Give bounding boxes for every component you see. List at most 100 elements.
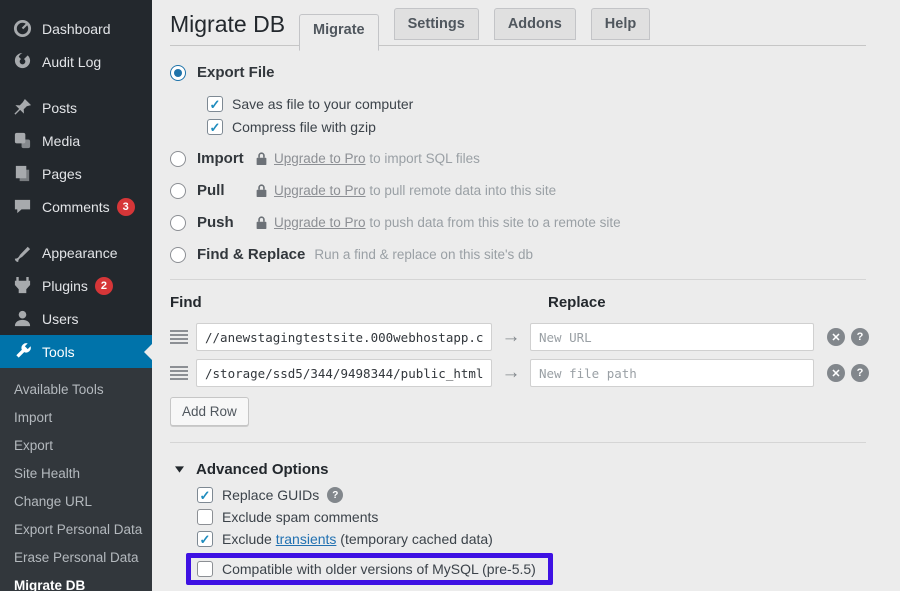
export-file-radio[interactable] bbox=[170, 65, 186, 81]
transients-prefix: Exclude bbox=[222, 531, 276, 547]
compress-gzip-label: Compress file with gzip bbox=[232, 119, 376, 135]
x-circle-icon[interactable]: ✕ bbox=[827, 364, 845, 382]
lock-icon bbox=[255, 183, 268, 198]
submenu-item-import[interactable]: Import bbox=[0, 403, 152, 431]
pull-radio[interactable] bbox=[170, 183, 186, 199]
find-column-header: Find bbox=[170, 294, 492, 315]
question-circle-icon[interactable]: ? bbox=[851, 328, 869, 346]
import-radio[interactable] bbox=[170, 151, 186, 167]
add-row-button[interactable]: Add Row bbox=[170, 397, 249, 426]
arrow-right-icon: → bbox=[492, 362, 530, 384]
advanced-options-title: Advanced Options bbox=[196, 461, 329, 478]
upgrade-to-pro-link[interactable]: Upgrade to Pro bbox=[274, 215, 366, 230]
mysql-compat-row: Compatible with older versions of MySQL … bbox=[197, 561, 536, 577]
question-circle-icon[interactable]: ? bbox=[327, 487, 343, 503]
find-replace-radio[interactable] bbox=[170, 247, 186, 263]
media-icon bbox=[13, 131, 32, 150]
tab-settings[interactable]: Settings bbox=[394, 8, 479, 40]
pages-icon bbox=[13, 164, 32, 183]
sidebar-item-posts[interactable]: Posts bbox=[0, 91, 152, 124]
row-actions: ✕ ? bbox=[827, 328, 900, 346]
replace-input-url[interactable] bbox=[530, 323, 814, 351]
mysql-compat-checkbox[interactable] bbox=[197, 561, 213, 577]
exclude-transients-row: Exclude transients (temporary cached dat… bbox=[197, 531, 900, 547]
comments-count-badge: 3 bbox=[117, 198, 135, 216]
sidebar-item-label: Posts bbox=[42, 100, 77, 116]
advanced-options-section: Advanced Options Replace GUIDs ? Exclude… bbox=[170, 461, 900, 591]
export-file-label: Export File bbox=[197, 64, 275, 81]
submenu-item-site-health[interactable]: Site Health bbox=[0, 459, 152, 487]
find-input-path[interactable] bbox=[196, 359, 492, 387]
submenu-item-available-tools[interactable]: Available Tools bbox=[0, 375, 152, 403]
compress-gzip-checkbox[interactable] bbox=[207, 119, 223, 135]
find-input-url[interactable] bbox=[196, 323, 492, 351]
sidebar-item-pages[interactable]: Pages bbox=[0, 157, 152, 190]
exclude-spam-row: Exclude spam comments bbox=[197, 509, 900, 525]
option-find-replace: Find & Replace Run a find & replace on t… bbox=[170, 246, 900, 263]
admin-sidebar: Dashboard Audit Log Posts Media Pages Co… bbox=[0, 0, 152, 591]
sidebar-item-users[interactable]: Users bbox=[0, 302, 152, 335]
audit-log-icon bbox=[13, 52, 32, 71]
exclude-transients-checkbox[interactable] bbox=[197, 531, 213, 547]
sidebar-item-appearance[interactable]: Appearance bbox=[0, 236, 152, 269]
x-circle-icon[interactable]: ✕ bbox=[827, 328, 845, 346]
sidebar-item-plugins[interactable]: Plugins 2 bbox=[0, 269, 152, 302]
sidebar-item-label: Dashboard bbox=[42, 21, 111, 37]
migration-mode-section: Export File Save as file to your compute… bbox=[170, 64, 900, 263]
main-content: Migrate DB Migrate Settings Addons Help … bbox=[152, 0, 900, 591]
upgrade-to-pro-link[interactable]: Upgrade to Pro bbox=[274, 183, 366, 198]
drag-handle-icon[interactable] bbox=[170, 328, 188, 346]
submenu-item-migrate-db[interactable]: Migrate DB bbox=[0, 571, 152, 591]
plugins-count-badge: 2 bbox=[95, 277, 113, 295]
transients-suffix: (temporary cached data) bbox=[336, 531, 492, 547]
replace-guids-row: Replace GUIDs ? bbox=[197, 487, 900, 503]
wrench-icon bbox=[13, 342, 32, 361]
find-replace-description: Run a find & replace on this site's db bbox=[314, 247, 533, 262]
sidebar-item-audit-log[interactable]: Audit Log bbox=[0, 45, 152, 78]
push-radio[interactable] bbox=[170, 215, 186, 231]
sidebar-separator bbox=[0, 78, 152, 91]
submenu-item-export[interactable]: Export bbox=[0, 431, 152, 459]
upgrade-to-pro-link[interactable]: Upgrade to Pro bbox=[274, 151, 366, 166]
tab-bar: Migrate Settings Addons Help bbox=[299, 8, 650, 45]
push-label: Push bbox=[197, 214, 255, 231]
import-desc-text: to import SQL files bbox=[366, 151, 480, 166]
tab-addons[interactable]: Addons bbox=[494, 8, 576, 40]
caret-down-icon bbox=[175, 466, 184, 473]
drag-handle-icon[interactable] bbox=[170, 364, 188, 382]
submenu-item-erase-personal-data[interactable]: Erase Personal Data bbox=[0, 543, 152, 571]
comment-bubble-icon bbox=[13, 197, 32, 216]
sidebar-item-dashboard[interactable]: Dashboard bbox=[0, 12, 152, 45]
sidebar-item-label: Users bbox=[42, 311, 79, 327]
sidebar-item-tools[interactable]: Tools bbox=[0, 335, 152, 368]
push-description: Upgrade to Pro to push data from this si… bbox=[274, 215, 621, 230]
advanced-options-list: Replace GUIDs ? Exclude spam comments Ex… bbox=[197, 487, 900, 591]
pull-desc-text: to pull remote data into this site bbox=[366, 183, 557, 198]
page-header: Migrate DB Migrate Settings Addons Help bbox=[170, 0, 866, 46]
replace-column-header: Replace bbox=[530, 294, 814, 315]
tab-help[interactable]: Help bbox=[591, 8, 650, 40]
sidebar-item-label: Audit Log bbox=[42, 54, 101, 70]
option-export-file: Export File bbox=[170, 64, 900, 81]
tools-submenu: Available Tools Import Export Site Healt… bbox=[0, 368, 152, 591]
exclude-spam-checkbox[interactable] bbox=[197, 509, 213, 525]
save-as-file-checkbox[interactable] bbox=[207, 96, 223, 112]
sidebar-item-label: Appearance bbox=[42, 245, 118, 261]
page-title: Migrate DB bbox=[170, 10, 299, 45]
sidebar-item-comments[interactable]: Comments 3 bbox=[0, 190, 152, 223]
transients-link[interactable]: transients bbox=[276, 531, 337, 547]
tab-migrate[interactable]: Migrate bbox=[299, 14, 379, 51]
replace-guids-checkbox[interactable] bbox=[197, 487, 213, 503]
submenu-item-export-personal-data[interactable]: Export Personal Data bbox=[0, 515, 152, 543]
pushpin-icon bbox=[13, 98, 32, 117]
advanced-options-toggle[interactable]: Advanced Options bbox=[170, 461, 900, 478]
option-pull: Pull Upgrade to Pro to pull remote data … bbox=[170, 182, 900, 199]
lock-icon bbox=[255, 151, 268, 166]
find-replace-section: Find Replace → ✕ ? → ✕ ? Add Row bbox=[170, 294, 900, 426]
submenu-item-change-url[interactable]: Change URL bbox=[0, 487, 152, 515]
sidebar-item-media[interactable]: Media bbox=[0, 124, 152, 157]
replace-input-path[interactable] bbox=[530, 359, 814, 387]
exclude-spam-label: Exclude spam comments bbox=[222, 509, 378, 525]
question-circle-icon[interactable]: ? bbox=[851, 364, 869, 382]
save-as-file-row: Save as file to your computer bbox=[207, 96, 900, 112]
